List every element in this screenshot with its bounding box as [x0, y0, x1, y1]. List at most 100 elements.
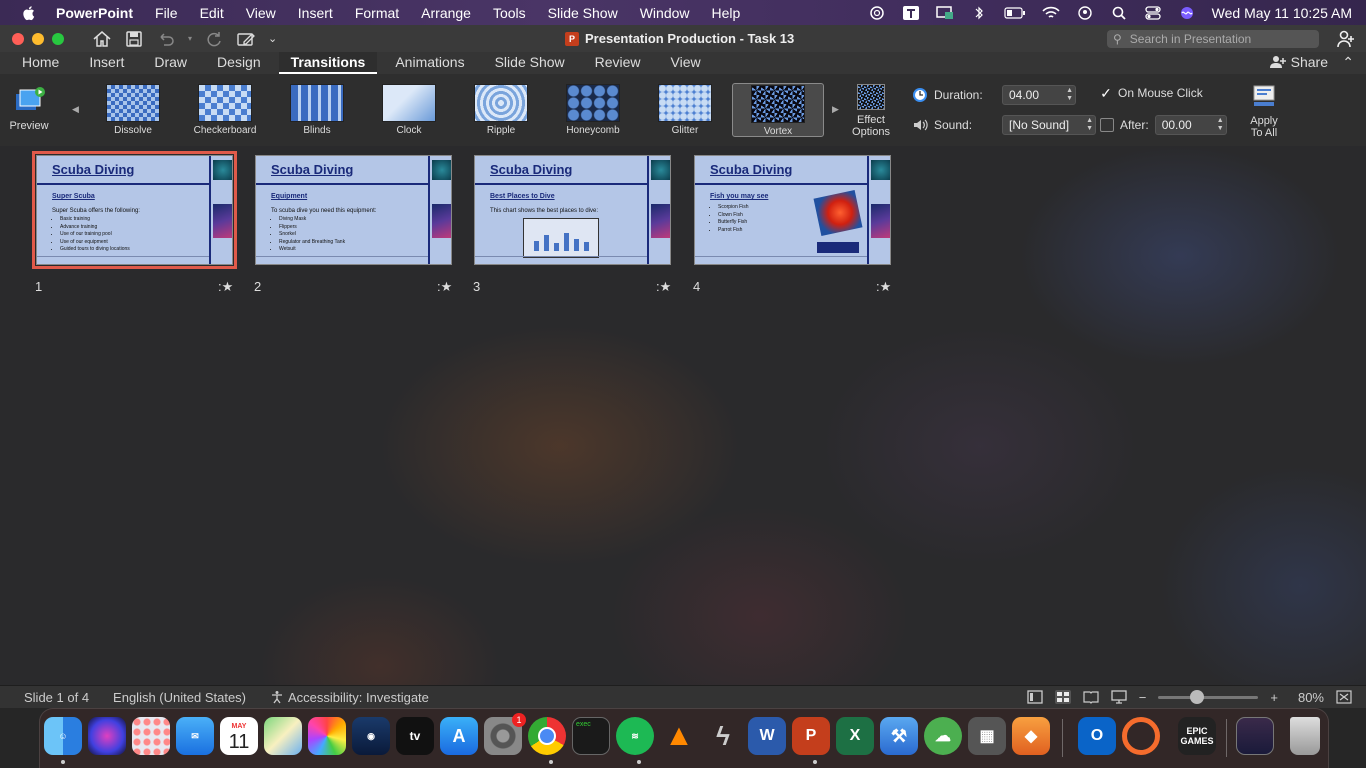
calculator-icon[interactable]: ▦ [968, 717, 1006, 755]
zoom-slider-knob[interactable] [1190, 689, 1205, 704]
menu-app-name[interactable]: PowerPoint [56, 5, 133, 21]
steam-icon[interactable]: ◉ [352, 717, 390, 755]
more-commands-icon[interactable]: ⌄ [268, 32, 277, 45]
transition-indicator-icon[interactable]: :★ [876, 279, 891, 295]
transition-dissolve[interactable]: Dissolve [88, 84, 178, 136]
home-icon[interactable] [92, 30, 112, 48]
outlook-icon[interactable]: O [1078, 717, 1116, 755]
creative-cloud-status-icon[interactable] [868, 5, 886, 20]
sound-dropdown-icon[interactable]: ▲ ▼ [1086, 117, 1093, 133]
cloud-app-icon[interactable]: ☁ [924, 717, 962, 755]
apply-to-all-button[interactable]: Apply To All [1244, 84, 1284, 139]
share-button[interactable]: Share [1269, 52, 1328, 72]
search-icon[interactable] [1110, 6, 1128, 20]
tab-view[interactable]: View [659, 52, 713, 74]
slide-thumbnail-3[interactable]: Scuba Diving Best Places to Dive This ch… [474, 155, 671, 265]
reading-view-icon[interactable] [1083, 690, 1099, 704]
mail-icon[interactable]: ✉ [176, 717, 214, 755]
trash-icon[interactable] [1290, 717, 1320, 755]
transition-checkerboard[interactable]: Checkerboard [180, 84, 270, 136]
tab-design[interactable]: Design [205, 52, 273, 74]
wifi-icon[interactable] [1042, 6, 1060, 20]
zoom-window-button[interactable] [52, 32, 64, 45]
photos-icon[interactable] [308, 717, 346, 755]
after-checkbox[interactable] [1100, 118, 1114, 132]
tab-review[interactable]: Review [583, 52, 653, 74]
slide-show-view-icon[interactable] [1111, 690, 1127, 704]
fit-to-window-icon[interactable] [1336, 690, 1352, 704]
search-input[interactable]: ⚲ Search in Presentation [1107, 30, 1319, 48]
bluetooth-icon[interactable] [970, 6, 988, 20]
menu-arrange[interactable]: Arrange [421, 5, 471, 21]
transition-ripple[interactable]: Ripple [456, 84, 546, 136]
xcode-icon[interactable]: ⚒ [880, 717, 918, 755]
slide-thumbnail-1[interactable]: Scuba Diving Super Scuba Super Scuba off… [32, 151, 237, 269]
language-status[interactable]: English (United States) [113, 690, 246, 705]
menu-format[interactable]: Format [355, 5, 399, 21]
chrome-icon[interactable] [528, 717, 566, 755]
tab-slide-show[interactable]: Slide Show [483, 52, 577, 74]
gallery-left-arrow-icon[interactable]: ◀ [72, 104, 79, 115]
after-input[interactable]: 00.00 ▲ ▼ [1154, 115, 1227, 135]
text-tool-icon[interactable] [902, 5, 920, 20]
undo-icon[interactable] [156, 30, 176, 48]
transition-vortex[interactable]: Vortex [732, 83, 824, 137]
transition-clock[interactable]: Clock [364, 84, 454, 136]
tab-transitions[interactable]: Transitions [278, 52, 378, 74]
zoom-level[interactable]: 80% [1298, 690, 1324, 705]
tab-home[interactable]: Home [10, 52, 71, 74]
transition-honeycomb[interactable]: Honeycomb [548, 84, 638, 136]
menu-window[interactable]: Window [640, 5, 690, 21]
control-center-icon[interactable] [1144, 5, 1162, 20]
siri-icon[interactable] [1178, 6, 1196, 20]
system-preferences-icon[interactable]: 1 [484, 713, 526, 755]
transition-indicator-icon[interactable]: :★ [218, 279, 233, 295]
finder-icon[interactable]: ☺ [44, 717, 82, 755]
tab-animations[interactable]: Animations [383, 52, 476, 74]
on-mouse-click-checkbox[interactable]: ✓ [1100, 86, 1112, 100]
clock[interactable]: Wed May 11 10:25 AM [1212, 5, 1352, 21]
transition-indicator-icon[interactable]: :★ [437, 279, 452, 295]
menu-file[interactable]: File [155, 5, 178, 21]
undo-dropdown-icon[interactable]: ▾ [188, 34, 192, 43]
effect-options-button[interactable]: Effect Options [846, 84, 896, 144]
redo-icon[interactable] [204, 30, 224, 48]
menu-edit[interactable]: Edit [200, 5, 224, 21]
epic-games-icon[interactable]: EPIC GAMES [1178, 717, 1216, 755]
word-icon[interactable]: W [748, 717, 786, 755]
origin-icon[interactable] [1122, 717, 1160, 755]
screenshot-thumbnail-icon[interactable] [1236, 717, 1274, 755]
preview-button[interactable]: Preview [6, 82, 52, 140]
maps-icon[interactable] [264, 717, 302, 755]
terminal-icon[interactable]: exec [572, 717, 610, 755]
app-store-icon[interactable]: A [440, 717, 478, 755]
menu-slide-show[interactable]: Slide Show [548, 5, 618, 21]
menu-insert[interactable]: Insert [298, 5, 333, 21]
menu-view[interactable]: View [246, 5, 276, 21]
calendar-icon[interactable]: MAY 11 [220, 717, 258, 755]
duration-stepper-icon[interactable]: ▲ ▼ [1066, 87, 1073, 103]
spotify-icon[interactable]: ≋ [616, 717, 654, 755]
zoom-in-button[interactable]: + [1270, 690, 1278, 705]
duration-input[interactable]: 04.00 ▲ ▼ [1002, 85, 1076, 105]
transition-blinds[interactable]: Blinds [272, 84, 362, 136]
slide-thumbnail-2[interactable]: Scuba Diving Equipment To scuba dive you… [255, 155, 452, 265]
transition-indicator-icon[interactable]: :★ [656, 279, 671, 295]
zoom-slider[interactable] [1158, 689, 1259, 704]
minimize-window-button[interactable] [32, 32, 44, 45]
battery-icon[interactable] [1004, 6, 1026, 20]
launchpad-icon[interactable] [132, 717, 170, 755]
siri-dock-icon[interactable] [88, 717, 126, 755]
sketch-icon[interactable]: ◆ [1012, 717, 1050, 755]
creative-cloud-dock-icon[interactable]: ϟ [704, 717, 742, 755]
gallery-right-arrow-icon[interactable]: ▶ [832, 104, 839, 115]
accessibility-status[interactable]: Accessibility: Investigate [270, 690, 429, 705]
powerpoint-icon[interactable]: P [792, 717, 830, 755]
normal-view-icon[interactable] [1027, 690, 1043, 704]
tab-insert[interactable]: Insert [77, 52, 136, 74]
transition-glitter[interactable]: Glitter [640, 84, 730, 136]
menu-help[interactable]: Help [712, 5, 741, 21]
apple-tv-icon[interactable]: tv [396, 717, 434, 755]
excel-icon[interactable]: X [836, 717, 874, 755]
account-icon[interactable] [1336, 29, 1356, 49]
